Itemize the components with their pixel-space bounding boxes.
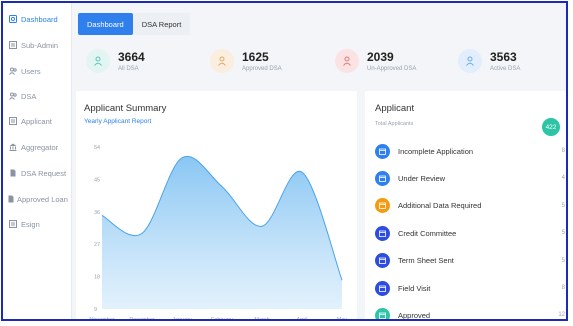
document-icon	[9, 169, 17, 177]
total-applicants-badge: 422	[542, 118, 560, 136]
users-icon	[9, 67, 17, 75]
calendar-icon	[375, 143, 390, 159]
calendar-icon	[375, 170, 390, 186]
status-label: Additional Data Required	[398, 201, 482, 211]
status-label: Credit Committee	[398, 228, 457, 238]
list-icon	[9, 117, 17, 125]
sidebar-item-applicant[interactable]: Applicant	[3, 111, 71, 131]
calendar-icon	[375, 280, 390, 296]
app-window: Dashboard Sub-Admin Users DSA Applicant …	[1, 1, 568, 321]
y-tick-label: 27	[94, 242, 100, 248]
y-tick-label: 45	[94, 177, 100, 183]
status-label: Incomplete Application	[398, 146, 474, 156]
stat-label: Active DSA	[490, 65, 521, 72]
x-tick-label: November	[89, 317, 115, 321]
x-tick-label: March	[254, 317, 269, 321]
status-count: 8	[561, 285, 565, 291]
y-tick-label: 54	[94, 145, 100, 151]
status-label: Term Sheet Sent	[398, 256, 454, 266]
status-label: Under Review	[398, 173, 446, 183]
dashboard-icon	[9, 15, 17, 23]
sidebar-item-label: Dashboard	[21, 14, 58, 24]
sidebar-item-dsa[interactable]: DSA	[3, 86, 71, 106]
sidebar-item-label: Aggregator	[21, 142, 59, 152]
applicant-status-item[interactable]: Additional Data Required 5	[375, 198, 565, 214]
user-icon	[458, 49, 482, 73]
list-icon	[9, 41, 17, 49]
stat-label: Un-Approved DSA	[367, 65, 417, 72]
status-count: 4	[561, 175, 565, 182]
document-icon	[7, 195, 15, 203]
stat-active-dsa: 3563 Active DSA	[458, 49, 520, 73]
sidebar-item-label: Esign	[21, 219, 40, 229]
status-count: 8	[561, 148, 565, 154]
sidebar-item-users[interactable]: Users	[3, 61, 71, 81]
list-icon	[9, 220, 17, 228]
status-count: 5	[561, 202, 565, 209]
y-tick-label: 9	[94, 307, 97, 313]
bank-icon	[9, 143, 17, 151]
status-label: Field Visit	[398, 283, 431, 293]
sidebar-item-approved-loan[interactable]: Approved Loan	[3, 189, 71, 209]
sidebar-item-sub-admin[interactable]: Sub-Admin	[3, 35, 71, 55]
main-content: Dashboard DSA Report 3664 All DSA 1625 A…	[72, 3, 566, 319]
sidebar-item-label: Sub-Admin	[21, 40, 59, 50]
y-tick-label: 36	[94, 210, 100, 216]
status-count: 5	[561, 230, 565, 237]
applicant-subtitle: Total Applicants	[375, 121, 414, 127]
applicant-status-item[interactable]: Incomplete Application 8	[375, 143, 565, 159]
x-tick-label: April	[296, 317, 307, 321]
applicant-status-item[interactable]: Credit Committee 5	[375, 225, 565, 241]
sidebar-item-aggregator[interactable]: Aggregator	[3, 137, 71, 157]
sidebar-item-esign[interactable]: Esign	[3, 214, 71, 234]
calendar-icon	[375, 225, 390, 241]
applicant-status-item[interactable]: Approved 12	[375, 307, 565, 320]
calendar-icon	[375, 198, 390, 214]
applicant-status-item[interactable]: Field Visit 8	[375, 280, 565, 296]
chart-area	[102, 156, 342, 309]
applicant-summary-chart: 54 45 36 27 18 9 November December January Februa…	[89, 145, 348, 321]
applicant-title: Applicant	[375, 103, 415, 114]
sidebar-item-label: DSA	[21, 91, 37, 101]
y-tick-label: 18	[94, 275, 100, 281]
users-icon	[9, 92, 17, 100]
status-label: Approved	[398, 310, 431, 320]
calendar-icon	[375, 307, 390, 319]
sidebar-item-label: Users	[21, 66, 41, 76]
status-count: 5	[561, 257, 565, 264]
status-count: 12	[558, 312, 565, 319]
stat-value: 2039	[367, 49, 394, 64]
calendar-icon	[375, 253, 390, 269]
sidebar: Dashboard Sub-Admin Users DSA Applicant …	[3, 3, 72, 319]
applicant-status-item[interactable]: Term Sheet Sent 5	[375, 253, 565, 269]
sidebar-item-dsa-request[interactable]: DSA Request	[3, 163, 71, 183]
sidebar-item-dashboard[interactable]: Dashboard	[3, 9, 71, 29]
stat-value: 3563	[490, 49, 517, 64]
applicant-status-item[interactable]: Under Review 4	[375, 170, 565, 186]
sidebar-item-label: DSA Request	[21, 168, 67, 178]
x-tick-label: January	[172, 317, 192, 321]
x-tick-label: May	[337, 317, 348, 321]
sidebar-item-label: Applicant	[21, 116, 52, 126]
x-tick-label: December	[129, 317, 155, 321]
sidebar-item-label: Approved Loan	[17, 194, 68, 204]
x-tick-label: February	[211, 317, 233, 321]
